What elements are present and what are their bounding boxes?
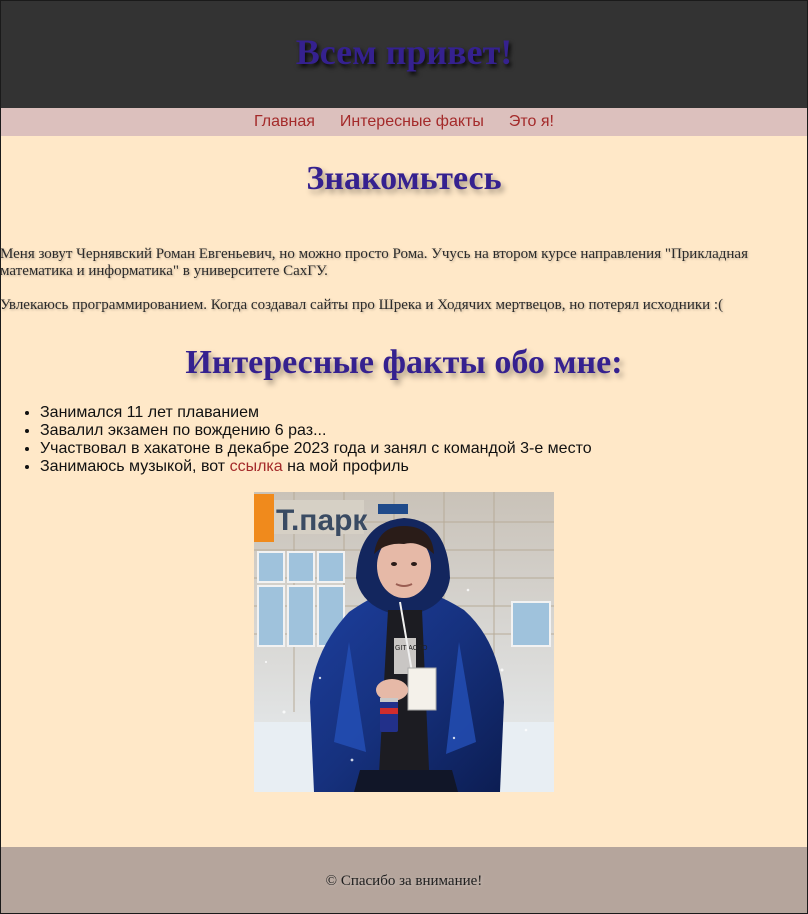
building-sign-text: Т.парк: [276, 504, 368, 537]
site-title: Всем привет!: [295, 32, 513, 72]
facts-heading: Интересные факты обо мне:: [185, 344, 623, 381]
music-profile-link[interactable]: ссылка: [230, 458, 283, 475]
main-nav: Главная Интересные факты Это я!: [0, 108, 808, 136]
nav-link-facts[interactable]: Интересные факты: [340, 113, 484, 131]
main-content: Знакомьтесь Меня зовут Чернявский Роман …: [0, 136, 808, 476]
footer-text: © Спасибо за внимание!: [325, 873, 483, 889]
intro-paragraph-name: Меня зовут Чернявский Роман Евгеньевич, …: [0, 246, 748, 279]
site-footer: © Спасибо за внимание!: [0, 847, 808, 914]
facts-list: Занимался 11 лет плаванием Завалил экзам…: [0, 404, 808, 476]
fact-item: Участвовал в хакатоне в декабре 2023 год…: [40, 440, 808, 458]
profile-photo: Т.парк GIT ACTO: [254, 492, 554, 792]
nav-link-about-me[interactable]: Это я!: [509, 113, 554, 131]
intro-paragraph-hobby: Увлекаюсь программированием. Когда созда…: [0, 297, 724, 313]
shirt-print-text: GIT ACTO: [395, 645, 428, 652]
fact-item-music: Занимаюсь музыкой, вот ссылка на мой про…: [40, 458, 808, 476]
fact-item: Завалил экзамен по вождению 6 раз...: [40, 422, 808, 440]
site-header: Всем привет!: [0, 0, 808, 108]
intro-heading: Знакомьтесь: [306, 160, 502, 197]
fact-item: Занимался 11 лет плаванием: [40, 404, 808, 422]
nav-link-home[interactable]: Главная: [254, 113, 315, 131]
music-text-before: Занимаюсь музыкой, вот: [40, 458, 230, 475]
music-text-after: на мой профиль: [282, 458, 409, 475]
